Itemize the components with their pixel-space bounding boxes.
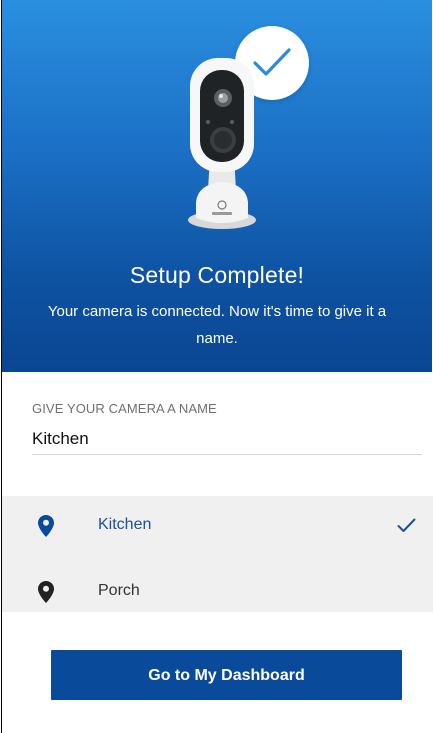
camera-name-label: GIVE YOUR CAMERA A NAME <box>32 401 217 416</box>
camera-name-input[interactable] <box>32 424 422 455</box>
setup-complete-screen: Setup Complete! Your camera is connected… <box>1 0 433 733</box>
setup-subtitle: Your camera is connected. Now it's time … <box>47 303 387 347</box>
selected-check-icon <box>397 518 416 532</box>
go-to-dashboard-button[interactable]: Go to My Dashboard <box>51 650 402 700</box>
camera-illustration <box>188 58 256 229</box>
location-item-porch[interactable]: Porch <box>2 554 433 612</box>
setup-title: Setup Complete! <box>129 262 305 288</box>
location-label: Porch <box>98 582 140 599</box>
location-item-kitchen[interactable]: Kitchen <box>2 496 433 554</box>
hero-banner: Setup Complete! Your camera is connected… <box>2 0 432 372</box>
location-pin-icon <box>38 515 54 537</box>
location-list: Kitchen Porch <box>2 496 433 612</box>
location-label: Kitchen <box>98 516 152 533</box>
location-pin-icon <box>38 581 54 603</box>
